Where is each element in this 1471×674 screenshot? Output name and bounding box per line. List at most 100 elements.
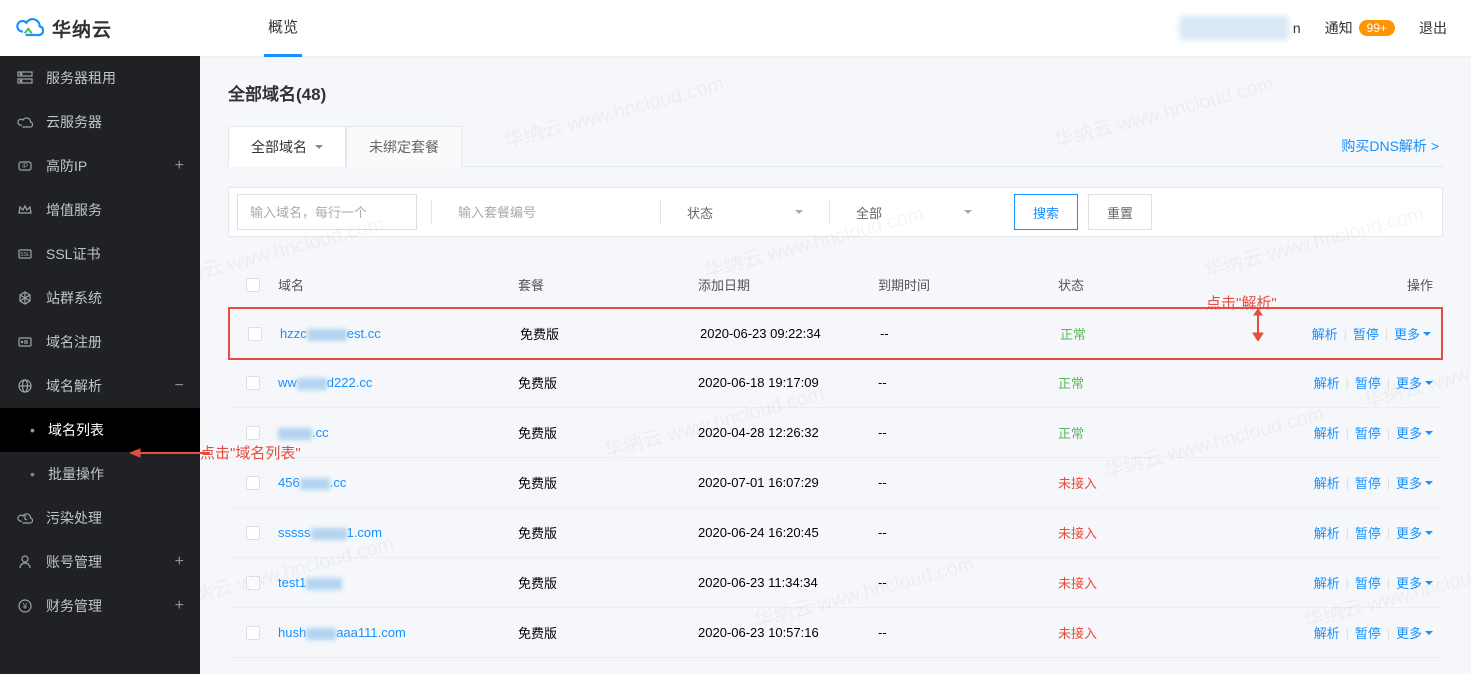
pause-action[interactable]: 暂停 [1353,324,1379,343]
more-action[interactable]: 更多 [1396,373,1433,392]
user-name-blurred [1179,16,1289,40]
plan-cell: 免费版 [518,523,698,542]
nav-overview[interactable]: 概览 [264,0,302,57]
svg-text:¥: ¥ [22,602,28,611]
row-checkbox[interactable] [246,426,260,440]
plan-cell: 免费版 [518,573,698,592]
resolve-action[interactable]: 解析 [1314,373,1340,392]
sidebar-item-server-rental[interactable]: 服务器租用 [0,56,200,100]
status-badge: 未接入 [1058,476,1097,491]
sidebar-item-account[interactable]: 账号管理 + [0,540,200,584]
table-row: wwd222.cc 免费版 2020-06-18 19:17:09 -- 正常 … [228,358,1443,408]
sidebar-item-site-cluster[interactable]: 站群系统 [0,276,200,320]
table-row: test1 免费版 2020-06-23 11:34:34 -- 未接入 解析 … [228,558,1443,608]
more-action[interactable]: 更多 [1396,423,1433,442]
sidebar-item-ddos-ip[interactable]: IP 高防IP + [0,144,200,188]
status-badge: 未接入 [1058,526,1097,541]
plan-cell: 免费版 [518,373,698,392]
domain-link[interactable]: hushaaa111.com [278,625,406,640]
expire-cell: -- [880,326,1060,341]
status-badge: 未接入 [1058,576,1097,591]
pause-action[interactable]: 暂停 [1355,373,1381,392]
scope-select[interactable]: 全部 [844,194,984,230]
table-row: sssss1.com 免费版 2020-06-24 16:20:45 -- 未接… [228,508,1443,558]
reset-button[interactable]: 重置 [1088,194,1152,230]
resolve-action[interactable]: 解析 [1314,423,1340,442]
more-action[interactable]: 更多 [1396,623,1433,642]
status-select[interactable]: 状态 [675,194,815,230]
chevron-down-icon [1425,381,1433,389]
pause-action[interactable]: 暂停 [1355,573,1381,592]
ssl-icon: SSL [16,245,34,263]
pause-action[interactable]: 暂停 [1355,623,1381,642]
sidebar-sub-domain-list[interactable]: 域名列表 [0,408,200,452]
domain-table: 域名 套餐 添加日期 到期时间 状态 操作 hzzcest.cc 免费版 202… [228,261,1443,658]
sidebar-item-ssl[interactable]: SSL SSL证书 [0,232,200,276]
pause-action[interactable]: 暂停 [1355,473,1381,492]
domain-link[interactable]: wwd222.cc [278,375,372,390]
resolve-action[interactable]: 解析 [1314,523,1340,542]
tab-unbound[interactable]: 未绑定套餐 [346,126,462,167]
more-action[interactable]: 更多 [1396,573,1433,592]
svg-text:IP: IP [22,164,28,170]
sidebar-item-domain-register[interactable]: 域名注册 [0,320,200,364]
resolve-action[interactable]: 解析 [1314,623,1340,642]
chevron-down-icon [1423,332,1431,340]
notification-button[interactable]: 通知 99+ [1325,18,1395,38]
row-checkbox[interactable] [248,327,262,341]
sidebar-item-pollution[interactable]: 污染处理 [0,496,200,540]
tabs: 全部域名 未绑定套餐 购买DNS解析 > [228,125,1443,167]
domain-link[interactable]: hzzcest.cc [280,326,381,341]
chevron-down-icon [315,145,323,153]
filter-bar: 状态 全部 搜索 重置 [228,187,1443,237]
domain-link[interactable]: 456.cc [278,475,346,490]
svg-text:SSL: SSL [20,252,30,258]
expire-cell: -- [878,525,1058,540]
resolve-action[interactable]: 解析 [1314,473,1340,492]
chevron-down-icon [1425,481,1433,489]
date-cell: 2020-06-18 19:17:09 [698,375,878,390]
resolve-action[interactable]: 解析 [1312,324,1338,343]
row-checkbox[interactable] [246,476,260,490]
domain-link[interactable]: sssss1.com [278,525,382,540]
sidebar-sub-batch[interactable]: 批量操作 [0,452,200,496]
chevron-down-icon [1425,581,1433,589]
buy-dns-link[interactable]: 购买DNS解析 > [1337,136,1443,156]
date-cell: 2020-06-23 10:57:16 [698,625,878,640]
pause-action[interactable]: 暂停 [1355,523,1381,542]
sidebar-item-finance[interactable]: ¥ 财务管理 + [0,584,200,628]
pause-action[interactable]: 暂停 [1355,423,1381,442]
row-checkbox[interactable] [246,526,260,540]
domain-link[interactable]: .cc [278,425,329,440]
logo[interactable]: 华纳云 [0,14,200,42]
search-button[interactable]: 搜索 [1014,194,1078,230]
plan-input[interactable] [446,194,646,230]
table-row: hushaaa111.com 免费版 2020-06-23 10:57:16 -… [228,608,1443,658]
resolve-action[interactable]: 解析 [1314,573,1340,592]
more-action[interactable]: 更多 [1396,523,1433,542]
select-all-checkbox[interactable] [246,278,260,292]
chevron-down-icon [795,210,803,218]
domain-link[interactable]: test1 [278,575,342,590]
col-plan: 套餐 [518,275,698,294]
brand-name: 华纳云 [52,15,112,42]
col-status: 状态 [1058,275,1218,294]
domain-reg-icon [16,333,34,351]
domain-input[interactable] [237,194,417,230]
chevron-down-icon [1425,531,1433,539]
more-action[interactable]: 更多 [1396,473,1433,492]
sidebar-item-value-added[interactable]: 增值服务 [0,188,200,232]
row-checkbox[interactable] [246,376,260,390]
sidebar-item-cloud-server[interactable]: 云服务器 [0,100,200,144]
more-action[interactable]: 更多 [1394,324,1431,343]
col-actions: 操作 [1218,275,1443,294]
status-badge: 未接入 [1058,626,1097,641]
tab-all-domains[interactable]: 全部域名 [228,126,346,167]
date-cell: 2020-04-28 12:26:32 [698,425,878,440]
sidebar-item-domain-resolve[interactable]: 域名解析 − [0,364,200,408]
logout-link[interactable]: 退出 [1419,18,1447,38]
notification-label: 通知 [1325,18,1353,38]
user-suffix[interactable]: n [1293,20,1301,36]
row-checkbox[interactable] [246,576,260,590]
row-checkbox[interactable] [246,626,260,640]
